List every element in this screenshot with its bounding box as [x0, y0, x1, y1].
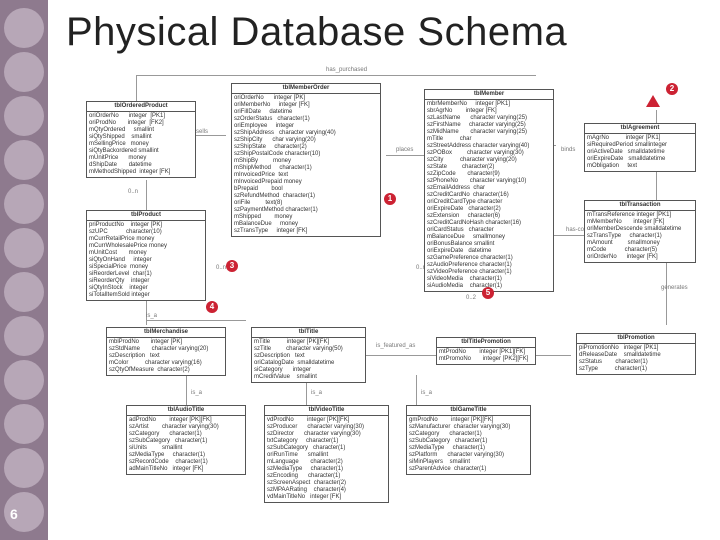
entity-ordered-product: tblOrderedProduct oriOrderNo integer [PK…: [86, 101, 196, 178]
decorative-dots-column: [0, 0, 48, 540]
entity-fields: vdProdNo integer [PK][FK] szProducer cha…: [265, 416, 388, 502]
entity-merchandise: tblMerchandise mblProdNo integer [PK] sz…: [106, 327, 226, 376]
connector-line: [386, 155, 426, 156]
connector-line: [416, 375, 417, 405]
entity-member: tblMember mbrMemberNo integer [PK1] sbrA…: [424, 89, 554, 292]
dot-icon: [4, 404, 44, 444]
card-0n: 0..n: [128, 189, 138, 195]
entity-fields: gmProdNo integer [PK][FK] szManufacturer…: [407, 416, 530, 474]
marker-2-icon: 2: [666, 83, 678, 95]
rel-has-purchased: has_purchased: [326, 67, 367, 73]
entity-fields: adProdNo integer [PK][FK] szArtist chara…: [127, 416, 245, 474]
entity-header: tblGameTitle: [407, 406, 530, 416]
entity-header: tblPromotion: [577, 334, 695, 344]
dot-icon: [4, 52, 44, 92]
entity-member-order: tblMemberOrder oriOrderNo integer [PK] o…: [231, 83, 381, 237]
entity-fields: mAgrNo integer [PK1] siRequiredPeriod sm…: [585, 134, 695, 171]
entity-fields: priProductNo integer [PK] szUPC characte…: [87, 221, 205, 300]
marker-1-icon: 1: [384, 193, 396, 205]
connector-line: [656, 170, 657, 200]
entity-header: tblOrderedProduct: [87, 102, 195, 112]
entity-product: tblProduct priProductNo integer [PK] szU…: [86, 210, 206, 301]
connector-line: [146, 320, 246, 321]
entity-title: tblTitle mTitle integer [PK][FK] szTitle…: [251, 327, 366, 383]
entity-header: tblTitlePromotion: [437, 338, 535, 348]
entity-header: tblMemberOrder: [232, 84, 380, 94]
rel-is-a: is_a: [146, 313, 157, 319]
rel-is-a: is_a: [191, 390, 202, 396]
card-0n: 0..n: [216, 265, 226, 271]
dot-icon: [4, 316, 44, 356]
rel-places: places: [396, 147, 413, 153]
entity-audio-title: tblAudioTitle adProdNo integer [PK][FK] …: [126, 405, 246, 475]
entity-video-title: tblVideoTitle vdProdNo integer [PK][FK] …: [264, 405, 389, 503]
marker-3-icon: 3: [226, 260, 238, 272]
entity-title-promotion: tblTitlePromotion mtProdNo integer [PK1]…: [436, 337, 536, 365]
connector-line: [146, 180, 147, 210]
rel-generates: generates: [661, 285, 688, 291]
entity-transaction: tblTransaction mTransReference integer […: [584, 200, 696, 263]
entity-fields: mbrMemberNo integer [PK1] sbrAgrNo integ…: [425, 100, 553, 291]
slide: Physical Database Schema 6 has_purchased…: [0, 0, 720, 540]
entity-fields: oriOrderNo integer [PK1] oriProdNo integ…: [87, 112, 195, 177]
dot-icon: [4, 140, 44, 180]
connector-line: [136, 75, 536, 76]
dot-icon: [4, 272, 44, 312]
entity-fields: piPromotionNo integer [PK1] dReleaseDate…: [577, 344, 695, 374]
er-diagram: has_purchased sells places binds has-con…: [66, 65, 698, 495]
entity-header: tblMerchandise: [107, 328, 225, 338]
page-number: 6: [10, 506, 18, 522]
dot-icon: [4, 228, 44, 268]
rel-sells: sells: [196, 129, 208, 135]
entity-fields: oriOrderNo integer [PK] oriMemberNo inte…: [232, 94, 380, 236]
entity-fields: mblProdNo integer [PK] szStdName charact…: [107, 338, 225, 375]
entity-fields: mtProdNo integer [PK1][FK] mtPromoNo int…: [437, 348, 535, 364]
entity-game-title: tblGameTitle gmProdNo integer [PK][FK] s…: [406, 405, 531, 475]
rel-binds: binds: [561, 147, 575, 153]
rel-is-a: is_a: [421, 390, 432, 396]
rel-is-a: is_a: [311, 390, 322, 396]
entity-fields: mTitle integer [PK][FK] szTitle characte…: [252, 338, 365, 382]
connector-line: [366, 355, 436, 356]
entity-header: tblTitle: [252, 328, 365, 338]
entity-header: tblAudioTitle: [127, 406, 245, 416]
entity-fields: mTransReference integer [PK1] mMemberNo …: [585, 211, 695, 262]
connector-line: [186, 375, 187, 405]
marker-5-icon: 5: [482, 287, 494, 299]
dot-icon: [4, 448, 44, 488]
dot-icon: [4, 360, 44, 400]
entity-header: tblProduct: [87, 211, 205, 221]
dot-icon: [4, 96, 44, 136]
triangle-icon: [646, 95, 660, 107]
entity-header: tblTransaction: [585, 201, 695, 211]
slide-title: Physical Database Schema: [48, 0, 720, 61]
marker-4-icon: 4: [206, 301, 218, 313]
entity-header: tblMember: [425, 90, 553, 100]
entity-promotion: tblPromotion piPromotionNo integer [PK1]…: [576, 333, 696, 375]
dot-icon: [4, 8, 44, 48]
dot-icon: [4, 184, 44, 224]
entity-header: tblAgreement: [585, 124, 695, 134]
card-02: 0..2: [466, 295, 476, 301]
rel-is-featured-as: is_featured_as: [376, 343, 415, 349]
entity-header: tblVideoTitle: [265, 406, 388, 416]
entity-agreement: tblAgreement mAgrNo integer [PK1] siRequ…: [584, 123, 696, 172]
